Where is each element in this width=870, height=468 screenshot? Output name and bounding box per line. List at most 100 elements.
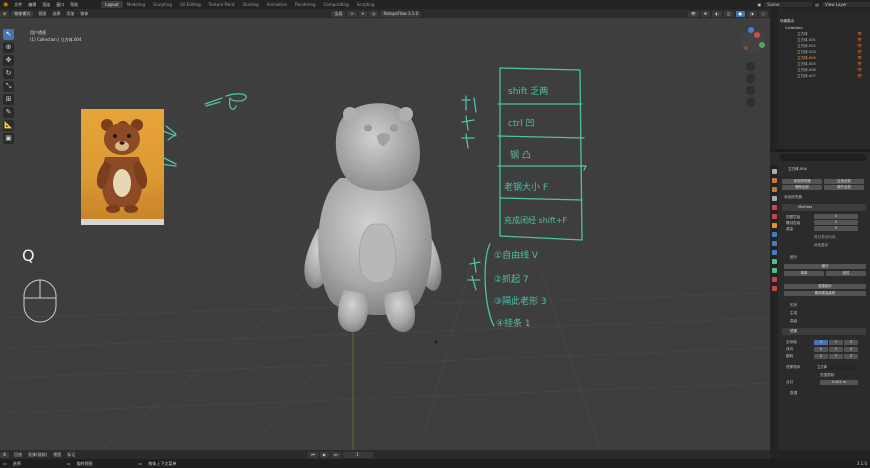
move-tool-icon[interactable]: ✥: [3, 55, 14, 66]
outliner-item[interactable]: 立方体.007: [797, 73, 816, 79]
jump-end-icon[interactable]: ⏭: [330, 451, 341, 458]
outliner-visibility-icons[interactable]: 👁 👁 👁 👁 👁 👁 👁 👁: [857, 31, 865, 79]
view-layer-tab-icon[interactable]: [771, 196, 777, 201]
tab-animation[interactable]: Animation: [263, 1, 291, 8]
menu-window[interactable]: 窗口: [53, 2, 67, 8]
scene-tab-icon[interactable]: [771, 205, 777, 210]
merge-distance-field[interactable]: 0.001 m: [820, 380, 858, 385]
shading-rendered-icon[interactable]: ○: [758, 10, 768, 17]
tab-compositing[interactable]: Compositing: [320, 1, 353, 8]
flip-y-toggle[interactable]: Y: [829, 354, 843, 359]
subdivide-button[interactable]: 细分: [784, 264, 866, 269]
shape-section[interactable]: 形状: [790, 302, 797, 308]
snap-icon[interactable]: ⌖: [358, 10, 367, 17]
tool-tab-icon[interactable]: [771, 169, 777, 174]
tab-modeling[interactable]: Modeling: [123, 1, 149, 8]
mirror-name[interactable]: 镜像: [790, 328, 797, 334]
sculpt-base-checkbox[interactable]: 雕刻基础网格: [814, 234, 836, 240]
annotate-tool-icon[interactable]: ✎: [3, 107, 14, 118]
optimal-display-checkbox[interactable]: 优化显示: [814, 242, 828, 248]
rebuild-subdiv-button[interactable]: 重建细分: [784, 284, 866, 289]
tab-texture-paint[interactable]: Texture Paint: [205, 1, 239, 8]
data-section[interactable]: 数据: [790, 390, 797, 396]
multires-name[interactable]: Multires: [798, 204, 812, 210]
mode-selector[interactable]: 物体模式: [11, 10, 34, 17]
timeline-view[interactable]: 视图: [50, 452, 64, 458]
texture-tab-icon[interactable]: [771, 286, 777, 291]
cursor-tool-icon[interactable]: ⊕: [3, 42, 14, 53]
material-tab-icon[interactable]: [771, 277, 777, 282]
proportional-icon[interactable]: ◎: [368, 10, 379, 17]
modifier-tab-icon[interactable]: [771, 232, 777, 237]
tab-shading[interactable]: Shading: [238, 1, 262, 8]
output-tab-icon[interactable]: [771, 187, 777, 192]
axis-x-toggle[interactable]: X: [814, 340, 828, 345]
bisect-x-toggle[interactable]: X: [814, 347, 828, 352]
tab-sculpting[interactable]: Sculpting: [149, 1, 176, 8]
add-cube-tool-icon[interactable]: ▣: [3, 133, 14, 144]
axis-z-toggle[interactable]: Z: [844, 340, 858, 345]
object-tab-icon[interactable]: [771, 223, 777, 228]
jump-start-icon[interactable]: ⏮: [308, 451, 318, 458]
overlay-icon[interactable]: ◐: [712, 10, 722, 17]
generate-section[interactable]: 生成: [790, 310, 797, 316]
tab-uv-editing[interactable]: UV Editing: [176, 1, 205, 8]
apply-all-button[interactable]: 应用全部: [824, 179, 864, 184]
timeline-editor-icon[interactable]: ⏱: [0, 451, 10, 458]
gizmo-icon[interactable]: ✥: [700, 10, 711, 17]
delete-higher-button[interactable]: 删除更高级别: [784, 291, 866, 296]
data-tab-icon[interactable]: [771, 268, 777, 273]
flip-x-toggle[interactable]: X: [814, 354, 828, 359]
tab-scripting[interactable]: Scripting: [353, 1, 379, 8]
shading-solid-icon[interactable]: ●: [735, 10, 745, 17]
viewport-menu-object[interactable]: 物体: [77, 11, 91, 17]
clipping-checkbox[interactable]: 范围限制: [820, 372, 834, 378]
particles-tab-icon[interactable]: [771, 241, 777, 246]
physics-tab-icon[interactable]: [771, 250, 777, 255]
shading-material-icon[interactable]: ◑: [747, 10, 757, 17]
world-tab-icon[interactable]: [771, 214, 777, 219]
expand-all-button[interactable]: 展开全部: [824, 185, 864, 190]
orientation-selector[interactable]: 全局: [331, 10, 346, 17]
retopoflow-button[interactable]: RetopoFlow 3.1.0: [380, 10, 422, 17]
tab-rendering[interactable]: Rendering: [291, 1, 319, 8]
bisect-y-toggle[interactable]: Y: [829, 347, 843, 352]
editor-type-icon[interactable]: ⊞: [0, 10, 10, 17]
subdivide-section[interactable]: 细分: [790, 254, 797, 260]
timeline-marker[interactable]: 标记: [64, 452, 78, 458]
tab-layout[interactable]: Layout: [101, 1, 123, 8]
add-modifier-button[interactable]: 添加修改器: [782, 179, 822, 184]
measure-tool-icon[interactable]: 📐: [3, 120, 14, 131]
linear-button[interactable]: 线性: [826, 271, 866, 276]
blender-logo-icon[interactable]: ◉: [0, 1, 11, 8]
properties-search[interactable]: [780, 154, 866, 161]
axis-y-toggle[interactable]: Y: [829, 340, 843, 345]
timeline-keying[interactable]: 抠像(插帧): [25, 452, 50, 458]
render-tab-icon[interactable]: [771, 178, 777, 183]
simple-button[interactable]: 简单: [784, 271, 824, 276]
transform-tool-icon[interactable]: ⊞: [3, 94, 14, 105]
add-modifier-label[interactable]: 添加修改器: [784, 194, 802, 200]
select-tool-icon[interactable]: ↖: [3, 29, 14, 40]
mirror-object-field[interactable]: 立方体: [814, 365, 858, 370]
menu-file[interactable]: 文件: [11, 2, 25, 8]
multires-header[interactable]: [782, 204, 866, 211]
rotate-tool-icon[interactable]: ↻: [3, 68, 14, 79]
viewport-menu-add[interactable]: 添加: [63, 11, 77, 17]
menu-render[interactable]: 渲染: [39, 2, 53, 8]
viewport-menu-select[interactable]: 选择: [49, 11, 63, 17]
render-levels-field[interactable]: 5: [814, 226, 858, 231]
delete-all-button[interactable]: 删除全部: [782, 185, 822, 190]
play-icon[interactable]: ▶: [319, 451, 329, 458]
viewport-levels-field[interactable]: 0: [814, 214, 858, 219]
menu-help[interactable]: 帮助: [67, 2, 81, 8]
scene-selector[interactable]: Scene: [764, 2, 813, 7]
menu-edit[interactable]: 编辑: [25, 2, 39, 8]
3d-viewport[interactable]: shift 乏两 ctrl 凹 钢 凸 老钢大小 F 充成闭经 shift+F …: [0, 18, 770, 450]
pivot-icon[interactable]: ⊙: [347, 10, 357, 17]
timeline-playback[interactable]: 回放: [11, 452, 25, 458]
constraints-tab-icon[interactable]: [771, 259, 777, 264]
current-frame-field[interactable]: 1: [342, 451, 373, 458]
viewport-menu-view[interactable]: 视图: [35, 11, 49, 17]
flip-z-toggle[interactable]: Z: [844, 354, 858, 359]
